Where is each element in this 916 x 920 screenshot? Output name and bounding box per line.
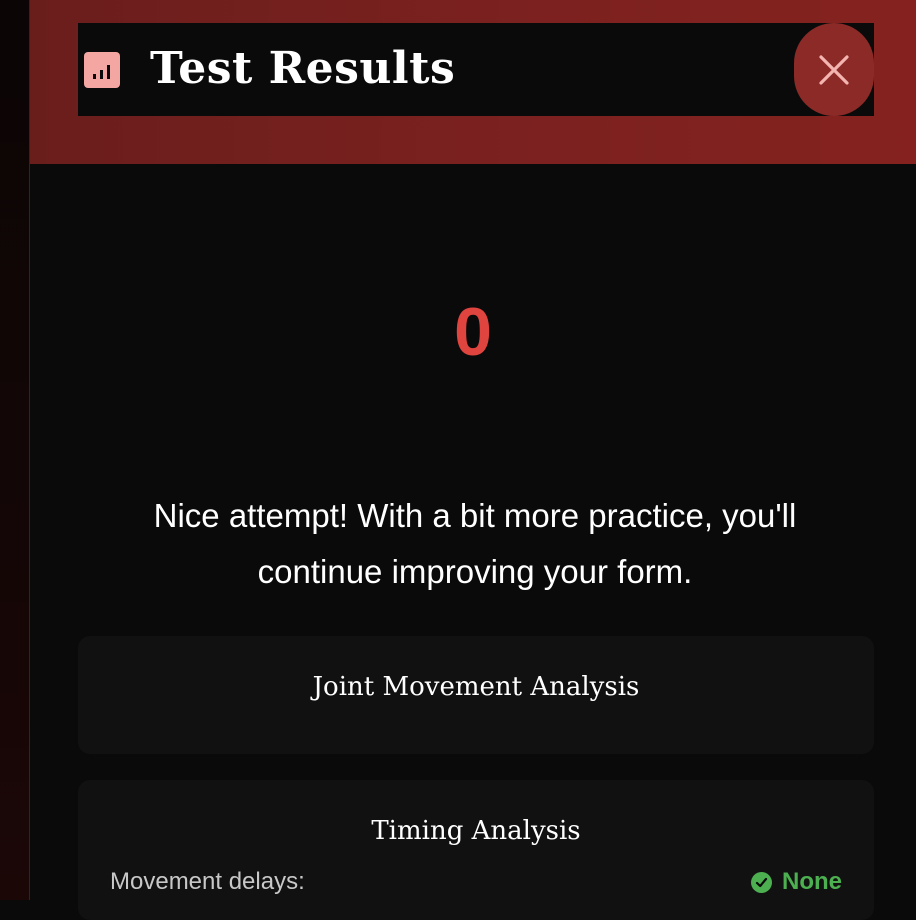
modal-title: Test Results <box>150 43 456 94</box>
modal-header: Test Results <box>30 0 916 164</box>
bar-chart-icon <box>84 52 120 88</box>
title-bar: Test Results <box>78 23 874 116</box>
background-edge <box>0 0 30 900</box>
joint-movement-card: Joint Movement Analysis <box>78 636 874 754</box>
close-button[interactable] <box>794 23 874 116</box>
close-icon <box>819 54 849 85</box>
movement-delays-value: None <box>751 868 842 896</box>
result-message: Nice attempt! With a bit more practice, … <box>153 497 797 590</box>
check-circle-icon <box>751 871 772 893</box>
score-value: 0 <box>454 294 492 370</box>
joint-movement-title: Joint Movement Analysis <box>312 672 640 702</box>
movement-delays-status: None <box>782 868 842 895</box>
test-results-modal: Test Results 0 Nice attempt! With a bit … <box>30 0 916 920</box>
movement-delays-label: Movement delays: <box>110 868 305 895</box>
timing-analysis-card: Timing Analysis Movement delays: None <box>78 780 874 920</box>
timing-analysis-title: Timing Analysis <box>371 816 581 846</box>
